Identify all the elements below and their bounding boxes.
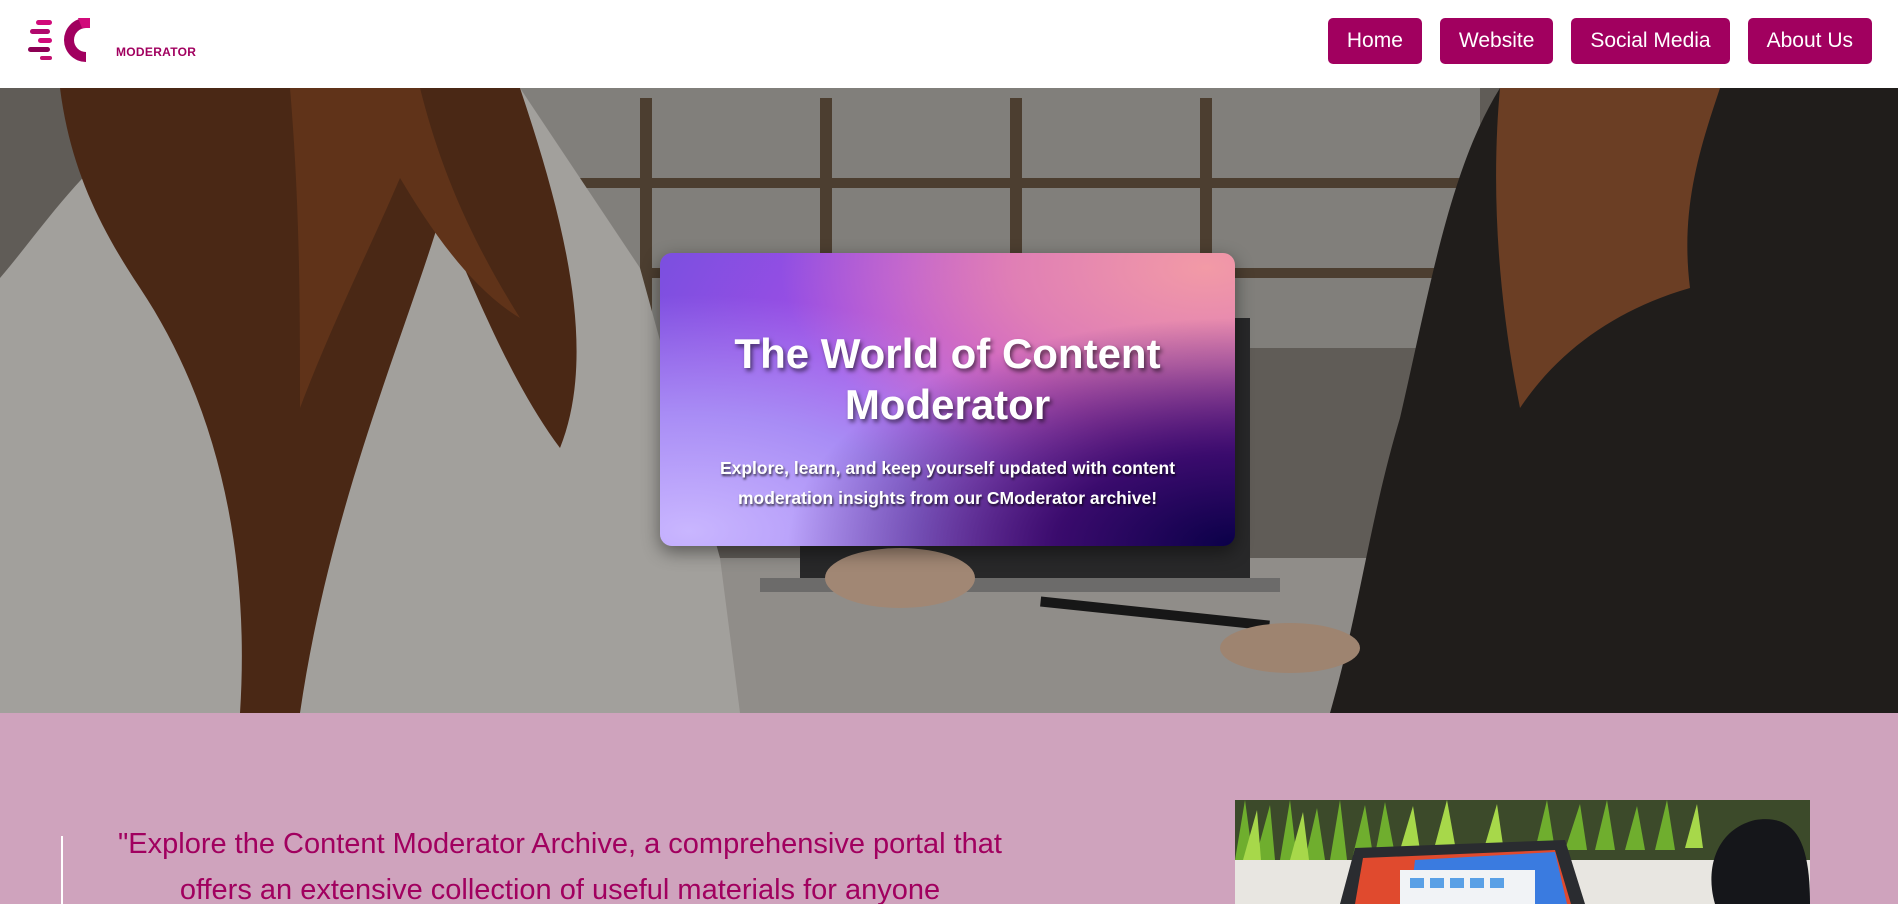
- nav-social-media-button[interactable]: Social Media: [1571, 18, 1730, 64]
- laptop-illustration: [1235, 800, 1810, 904]
- hero-subtitle: Explore, learn, and keep yourself update…: [719, 458, 1176, 508]
- site-header: MODERATOR Home Website Social Media Abou…: [0, 0, 1898, 88]
- nav-about-us-button[interactable]: About Us: [1747, 18, 1872, 64]
- logo-text: MODERATOR: [116, 45, 197, 59]
- nav-home-button[interactable]: Home: [1327, 18, 1422, 64]
- hero-section: The World of Content Moderator Explore, …: [0, 88, 1898, 713]
- laptop-on-grass-image: [1235, 800, 1810, 904]
- archive-quote: "Explore the Content Moderator Archive, …: [118, 828, 1002, 904]
- hero-title: The World of Content Moderator: [734, 330, 1161, 428]
- nav-website-button[interactable]: Website: [1439, 18, 1554, 64]
- cmoderator-logo[interactable]: MODERATOR: [28, 14, 196, 64]
- quote-border: [61, 836, 63, 904]
- hero-card: The World of Content Moderator Explore, …: [660, 253, 1235, 546]
- about-section: "Explore the Content Moderator Archive, …: [0, 713, 1898, 904]
- main-nav: Home Website Social Media About Us: [1327, 18, 1872, 64]
